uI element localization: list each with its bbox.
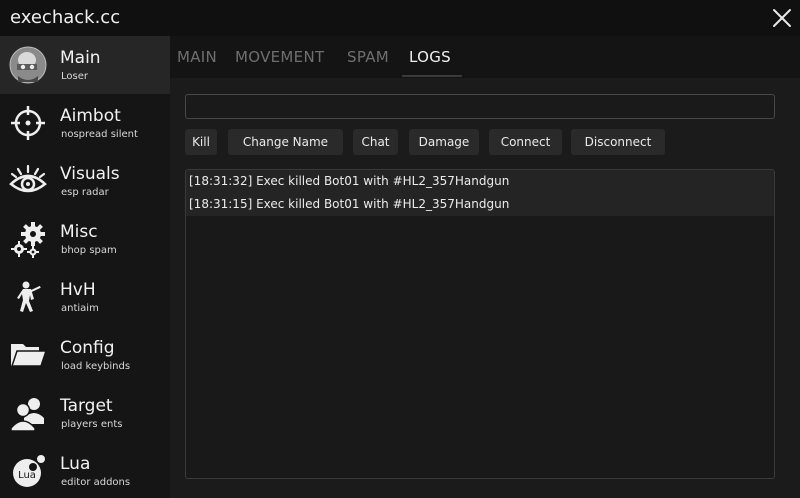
sidebar-item-sublabel: load keybinds (61, 361, 131, 372)
lua-icon: Lua (8, 451, 48, 491)
sidebar-item-hvh[interactable]: HvH antiaim (0, 268, 170, 326)
filter-disconnect-button[interactable]: Disconnect (571, 129, 665, 155)
filter-chat-button[interactable]: Chat (353, 129, 398, 155)
sidebar-item-sublabel: editor addons (61, 477, 131, 488)
sidebar-item-sublabel: nospread silent (61, 129, 138, 140)
sidebar-item-label: Target (60, 396, 113, 416)
eye-icon (8, 161, 48, 201)
tab-logs[interactable]: LOGS (409, 48, 451, 66)
lua-icon-text: Lua (18, 470, 36, 481)
log-entry[interactable]: [18:31:15] Exec killed Bot01 with #HL2_3… (186, 193, 774, 216)
sidebar-item-label: Visuals (60, 164, 120, 184)
log-entry[interactable]: [18:31:32] Exec killed Bot01 with #HL2_3… (186, 170, 774, 193)
sidebar-item-main[interactable]: Main Loser (0, 36, 170, 94)
close-icon[interactable] (772, 8, 792, 28)
tab-spam[interactable]: SPAM (347, 48, 389, 66)
log-search-input[interactable] (185, 94, 775, 119)
users-icon (8, 393, 48, 433)
app-title: exechack.cc (10, 7, 121, 28)
crosshair-icon (8, 103, 48, 143)
sidebar-item-sublabel: antiaim (61, 303, 99, 314)
soldier-icon (8, 277, 48, 317)
sidebar-item-aimbot[interactable]: Aimbot nospread silent (0, 94, 170, 152)
sidebar-item-label: Misc (60, 222, 98, 242)
sidebar-item-label: Main (60, 48, 101, 68)
sidebar-item-label: Lua (60, 454, 91, 474)
title-bar: exechack.cc (0, 0, 800, 36)
active-tab-indicator (402, 75, 462, 77)
tab-main[interactable]: MAIN (177, 48, 217, 66)
tab-bar: MAIN MOVEMENT SPAM LOGS (170, 36, 800, 78)
tab-movement[interactable]: MOVEMENT (235, 48, 324, 66)
gears-icon (8, 219, 48, 259)
sidebar-item-target[interactable]: Target players ents (0, 384, 170, 442)
sidebar-item-visuals[interactable]: Visuals esp radar (0, 152, 170, 210)
sidebar-item-label: Aimbot (60, 106, 121, 126)
sidebar-item-sublabel: bhop spam (61, 245, 117, 256)
main-panel: MAIN MOVEMENT SPAM LOGS Kill Change Name… (170, 36, 800, 498)
sidebar-item-label: HvH (60, 280, 96, 300)
sidebar-item-sublabel: esp radar (61, 187, 109, 198)
log-list[interactable]: [18:31:32] Exec killed Bot01 with #HL2_3… (185, 169, 775, 479)
sidebar-item-config[interactable]: Config load keybinds (0, 326, 170, 384)
sidebar-item-sublabel: players ents (61, 419, 123, 430)
filter-damage-button[interactable]: Damage (409, 129, 479, 155)
filter-change-name-button[interactable]: Change Name (228, 129, 343, 155)
sidebar: Main Loser Aimbot nospread silent Visual… (0, 36, 170, 498)
folder-icon (8, 335, 48, 375)
avatar (8, 45, 48, 85)
sidebar-item-label: Config (60, 338, 115, 358)
sidebar-item-misc[interactable]: Misc bhop spam (0, 210, 170, 268)
filter-kill-button[interactable]: Kill (185, 129, 217, 155)
filter-connect-button[interactable]: Connect (489, 129, 562, 155)
sidebar-item-lua[interactable]: Lua Lua editor addons (0, 442, 170, 498)
sidebar-item-sublabel: Loser (61, 71, 88, 82)
